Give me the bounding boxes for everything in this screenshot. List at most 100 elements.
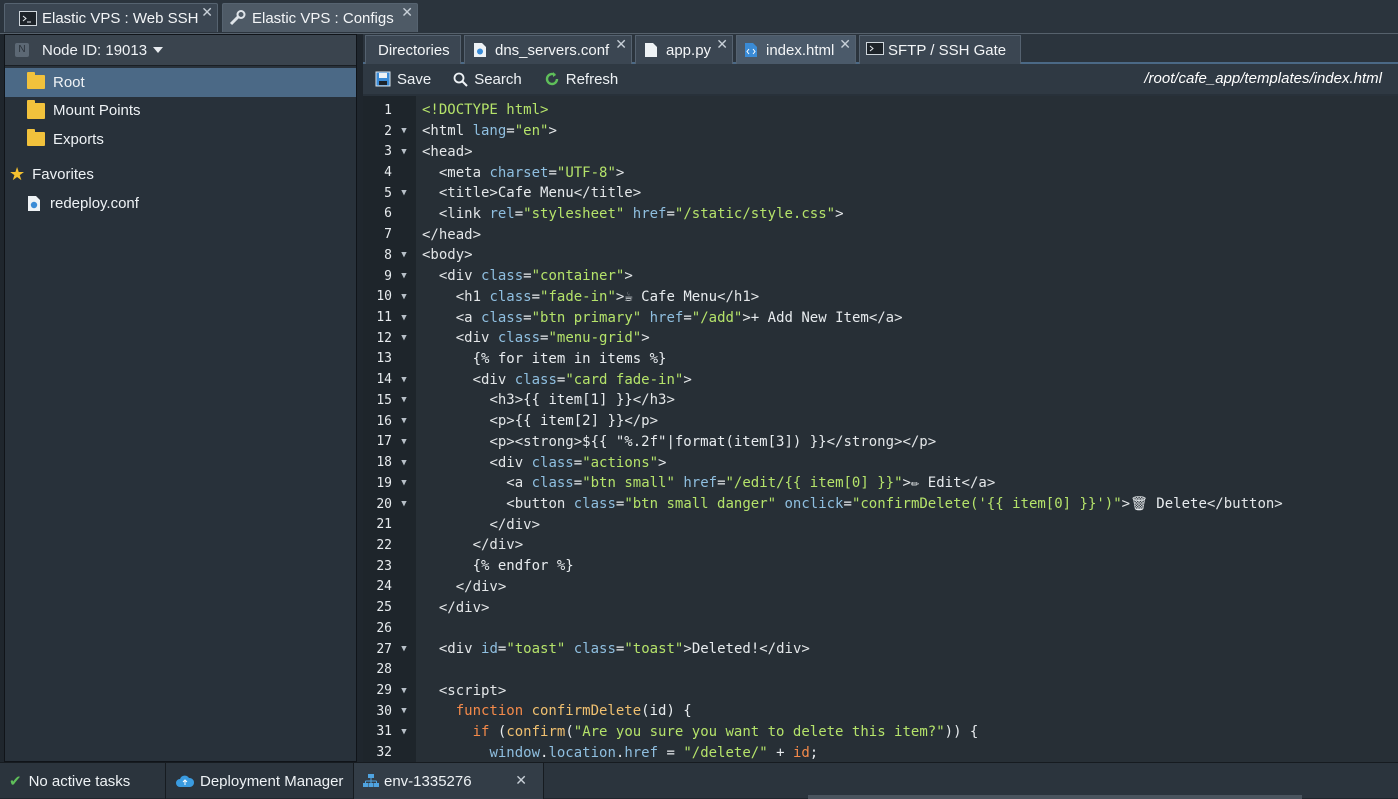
fold-arrow-icon[interactable]: ▼	[392, 313, 416, 323]
fold-arrow-icon[interactable]: ▼	[392, 686, 416, 696]
tasks-label: No active tasks	[28, 772, 131, 790]
tree-item-exports[interactable]: Exports	[5, 125, 356, 154]
code-line[interactable]: 7 </head>	[363, 224, 1398, 245]
refresh-button[interactable]: Refresh	[544, 71, 618, 88]
favorites-label: Favorites	[32, 166, 94, 184]
editor-toolbar: Save Search Refresh /root/cafe_app/templ…	[363, 64, 1398, 94]
code-line[interactable]: 30 ▼ function confirmDelete(id) {	[363, 701, 1398, 722]
fold-arrow-icon[interactable]: ▼	[392, 499, 416, 509]
tab-directories[interactable]: Directories	[365, 35, 461, 64]
search-button[interactable]: Search	[453, 71, 522, 88]
tab-index-html[interactable]: index.html ✕	[736, 35, 856, 64]
code-line[interactable]: 8 ▼ <body>	[363, 245, 1398, 266]
code-line[interactable]: 12 ▼ <div class="menu-grid">	[363, 328, 1398, 349]
fold-arrow-icon[interactable]: ▼	[392, 147, 416, 157]
code-line[interactable]: 21 </div>	[363, 514, 1398, 535]
save-button[interactable]: Save	[375, 71, 431, 88]
close-icon[interactable]: ✕	[515, 772, 527, 789]
file-path: /root/cafe_app/templates/index.html	[1144, 70, 1382, 87]
close-icon[interactable]: ✕	[716, 37, 728, 51]
code-line[interactable]: 16 ▼ <p>{{ item[2] }}</p>	[363, 411, 1398, 432]
line-number: 30	[376, 703, 392, 719]
code-line[interactable]: 13 {% for item in items %}	[363, 349, 1398, 370]
code-line[interactable]: 24 </div>	[363, 577, 1398, 598]
code-line[interactable]: 28	[363, 659, 1398, 680]
deployment-manager-tab[interactable]: Deployment Manager	[166, 763, 354, 799]
chevron-down-icon[interactable]	[153, 47, 164, 53]
close-icon[interactable]: ✕	[615, 37, 627, 51]
tab-app-py[interactable]: app.py ✕	[635, 35, 733, 64]
code-line[interactable]: 26	[363, 618, 1398, 639]
line-number: 7	[384, 227, 392, 243]
line-number: 13	[376, 351, 392, 367]
terminal-icon	[866, 42, 884, 58]
code-line[interactable]: 5 ▼ <title>Cafe Menu</title>	[363, 183, 1398, 204]
code-text: <head>	[422, 143, 473, 160]
tasks-status[interactable]: ✔ No active tasks	[0, 763, 166, 799]
fold-arrow-icon[interactable]: ▼	[392, 271, 416, 281]
favorite-item-redeploy[interactable]: redeploy.conf	[5, 189, 356, 218]
code-text: <div class="menu-grid">	[455, 330, 650, 347]
node-icon: N	[15, 43, 29, 57]
fold-arrow-icon[interactable]: ▼	[392, 333, 416, 343]
fold-arrow-icon[interactable]: ▼	[392, 375, 416, 385]
code-line[interactable]: 3 ▼ <head>	[363, 141, 1398, 162]
code-line[interactable]: 27 ▼ <div id="toast" class="toast">Delete…	[363, 639, 1398, 660]
env-tab[interactable]: env-1335276 ✕	[354, 763, 544, 799]
code-text: {% for item in items %}	[422, 350, 667, 367]
code-line[interactable]: 1 <!DOCTYPE html>	[363, 100, 1398, 121]
close-icon[interactable]: ✕	[839, 37, 851, 51]
tree-item-mount-points[interactable]: Mount Points	[5, 97, 356, 126]
code-text: window.location.href = "/delete/" + id;	[489, 744, 819, 761]
code-line[interactable]: 20 ▼ <button class="btn small danger" onc…	[363, 494, 1398, 515]
tab-dns-servers-conf[interactable]: dns_servers.conf ✕	[464, 35, 632, 64]
close-icon[interactable]: ✕	[201, 5, 213, 19]
fold-arrow-icon[interactable]: ▼	[392, 395, 416, 405]
fold-arrow-icon[interactable]: ▼	[392, 188, 416, 198]
window-tab-configs[interactable]: Elastic VPS : Configs ✕	[222, 3, 418, 32]
fold-arrow-icon[interactable]: ▼	[392, 437, 416, 447]
export-folder-icon	[27, 129, 45, 147]
fold-arrow-icon[interactable]: ▼	[392, 250, 416, 260]
line-number: 14	[376, 372, 392, 388]
code-line[interactable]: 4 <meta charset="UTF-8">	[363, 162, 1398, 183]
code-line[interactable]: 6 <link rel="stylesheet" href="/static/s…	[363, 204, 1398, 225]
fold-arrow-icon[interactable]: ▼	[392, 416, 416, 426]
code-editor[interactable]: 1 <!DOCTYPE html> 2 ▼ <html lang="en"> 3 ▼ <hea…	[363, 96, 1398, 762]
editor-panel: Directories dns_servers.conf ✕ app.py ✕ …	[363, 34, 1398, 762]
tab-sftp-ssh-gate[interactable]: SFTP / SSH Gate	[859, 35, 1021, 64]
node-label: Node ID: 19013	[42, 41, 148, 59]
code-line[interactable]: 32 window.location.href = "/delete/" + i…	[363, 742, 1398, 762]
fold-arrow-icon[interactable]: ▼	[392, 644, 416, 654]
code-text: <p>{{ item[2] }}</p>	[489, 413, 659, 430]
node-selector[interactable]: N Node ID: 19013	[5, 35, 356, 66]
fold-arrow-icon[interactable]: ▼	[392, 706, 416, 716]
fold-arrow-icon[interactable]: ▼	[392, 458, 416, 468]
tree-item-root[interactable]: Root	[5, 68, 356, 97]
code-line[interactable]: 10 ▼ <h1 class="fade-in">☕ Cafe Menu</h1>	[363, 286, 1398, 307]
env-label: env-1335276	[384, 772, 472, 790]
code-line[interactable]: 11 ▼ <a class="btn primary" href="/add">+…	[363, 307, 1398, 328]
code-line[interactable]: 29 ▼ <script>	[363, 680, 1398, 701]
fold-arrow-icon[interactable]: ▼	[392, 478, 416, 488]
code-line[interactable]: 17 ▼ <p><strong>${{ "%.2f"|format(item[3]…	[363, 432, 1398, 453]
code-line[interactable]: 14 ▼ <div class="card fade-in">	[363, 369, 1398, 390]
code-line[interactable]: 9 ▼ <div class="container">	[363, 266, 1398, 287]
fold-arrow-icon[interactable]: ▼	[392, 727, 416, 737]
fold-arrow-icon[interactable]: ▼	[392, 126, 416, 136]
code-line[interactable]: 18 ▼ <div class="actions">	[363, 452, 1398, 473]
code-line[interactable]: 15 ▼ <h3>{{ item[1] }}</h3>	[363, 390, 1398, 411]
code-line[interactable]: 2 ▼ <html lang="en">	[363, 121, 1398, 142]
fold-arrow-icon[interactable]: ▼	[392, 292, 416, 302]
horizontal-scrollbar[interactable]	[808, 795, 1302, 799]
window-tab-web-ssh[interactable]: Elastic VPS : Web SSH ✕	[4, 3, 218, 32]
code-line[interactable]: 23 {% endfor %}	[363, 556, 1398, 577]
line-number: 10	[376, 289, 392, 305]
code-line[interactable]: 25 </div>	[363, 597, 1398, 618]
code-line[interactable]: 31 ▼ if (confirm("Are you sure you want t…	[363, 722, 1398, 743]
code-text: <script>	[438, 682, 507, 699]
close-icon[interactable]: ✕	[401, 5, 413, 19]
code-line[interactable]: 22 </div>	[363, 535, 1398, 556]
favorites-header[interactable]: ★ Favorites	[5, 161, 356, 190]
code-line[interactable]: 19 ▼ <a class="btn small" href="/edit/{{ …	[363, 473, 1398, 494]
